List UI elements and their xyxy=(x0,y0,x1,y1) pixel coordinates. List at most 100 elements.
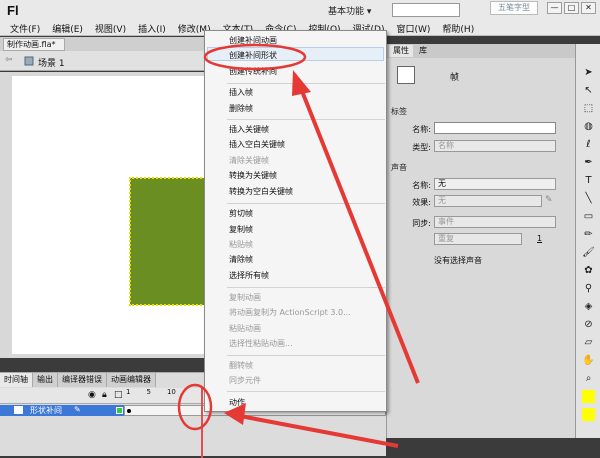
scene-label[interactable]: 场景 1 xyxy=(38,56,65,69)
app-logo: Fl xyxy=(7,3,19,18)
menu-item-actions[interactable]: 动作 xyxy=(229,397,245,408)
eraser-tool-icon[interactable]: ▱ xyxy=(582,336,595,349)
label-type-select[interactable]: 名称 xyxy=(434,140,556,152)
ruler-tick: 10 xyxy=(166,388,176,396)
3d-rotation-tool-icon[interactable]: ◍ xyxy=(582,120,595,133)
menu-insert[interactable]: 插入(I) xyxy=(132,22,172,35)
timeline-tabs: 时间轴 输出 编译器错误 动画编辑器 xyxy=(0,373,156,387)
frame-name-input[interactable] xyxy=(434,122,556,134)
type-label: 类型: xyxy=(412,143,431,152)
menu-separator xyxy=(227,355,385,356)
tab-library[interactable]: 库 xyxy=(415,45,431,57)
close-button[interactable]: ✕ xyxy=(581,2,596,14)
menu-item-cut-frames[interactable]: 剪切帧 xyxy=(229,208,253,219)
menu-item-clear-keyframe[interactable]: 清除关键帧 xyxy=(229,155,269,166)
menu-item-insert-blank-keyframe[interactable]: 插入空白关键帧 xyxy=(229,139,285,150)
sync-select[interactable]: 事件 xyxy=(434,216,556,228)
deco-tool-icon[interactable]: ✿ xyxy=(582,264,595,277)
lock-icon[interactable]: 🔒︎ xyxy=(102,390,107,400)
layer-name[interactable]: 形状补间 xyxy=(30,405,62,416)
lasso-tool-icon[interactable]: ℓ xyxy=(582,138,595,151)
menu-item-synchronize-symbols[interactable]: 同步元件 xyxy=(229,375,261,386)
menu-separator xyxy=(227,391,385,392)
menu-item-insert-keyframe[interactable]: 插入关键帧 xyxy=(229,124,269,135)
tab-output[interactable]: 输出 xyxy=(33,373,58,387)
menu-item-paste-motion-special[interactable]: 选择性粘贴动画... xyxy=(229,338,293,349)
document-tab[interactable]: 制作动画.fla* × xyxy=(3,38,65,60)
frame-ruler: 1 5 10 xyxy=(126,388,176,396)
workspace-switcher[interactable]: 基本功能 ▾ xyxy=(328,4,371,17)
line-tool-icon[interactable]: ╲ xyxy=(582,192,595,205)
frame-type-label: 帧 xyxy=(450,73,460,83)
repeat-select[interactable]: 重复 xyxy=(434,233,522,245)
tab-compiler-errors[interactable]: 编译器错误 xyxy=(58,373,107,387)
name-label: 名称: xyxy=(412,125,431,134)
menu-window[interactable]: 窗口(W) xyxy=(391,22,437,35)
effect-select[interactable]: 无 xyxy=(434,195,542,207)
sync-label: 同步: xyxy=(412,219,431,228)
outline-icon[interactable]: □ xyxy=(114,390,123,400)
maximize-button[interactable]: □ xyxy=(564,2,579,14)
menu-item-clear-frames[interactable]: 清除帧 xyxy=(229,254,253,265)
zoom-tool-icon[interactable]: ⌕ xyxy=(582,372,595,385)
minimize-button[interactable]: — xyxy=(547,2,562,14)
rectangle-tool-icon[interactable]: ▭ xyxy=(582,210,595,223)
playhead[interactable] xyxy=(201,388,203,458)
eye-icon[interactable]: ◉ xyxy=(88,390,96,400)
tab-timeline[interactable]: 时间轴 xyxy=(0,373,33,387)
bone-tool-icon[interactable]: ⚲ xyxy=(582,282,595,295)
tab-properties[interactable]: 属性 xyxy=(389,45,413,57)
menu-item-copy-frames[interactable]: 复制帧 xyxy=(229,224,253,235)
frame-icon xyxy=(397,66,415,84)
menu-item-copy-motion[interactable]: 复制动画 xyxy=(229,292,261,303)
menu-item-convert-to-keyframe[interactable]: 转换为关键帧 xyxy=(229,170,277,181)
menu-edit[interactable]: 编辑(E) xyxy=(46,22,89,35)
menu-separator xyxy=(227,203,385,204)
back-arrow-icon[interactable]: ⇦ xyxy=(5,55,13,65)
edit-pencil-icon[interactable]: ✎ xyxy=(545,195,553,205)
menu-item-insert-frame[interactable]: 插入帧 xyxy=(229,87,253,98)
menu-item-reverse-frames[interactable]: 翻转帧 xyxy=(229,360,253,371)
frame-context-menu: 创建补间动画 创建补间形状 创建传统补间 插入帧 删除帧 插入关键帧 插入空白关… xyxy=(204,30,387,412)
menu-item-copy-motion-as-actionscript[interactable]: 将动画复制为 ActionScript 3.0... xyxy=(229,307,351,318)
menu-view[interactable]: 视图(V) xyxy=(89,22,132,35)
no-sound-message: 没有选择声音 xyxy=(434,256,482,265)
tools-panel: ➤ ↖ ⬚ ◍ ℓ ✒ T ╲ ▭ ✏ 🖌︎ ✿ ⚲ ◈ ⊘ ▱ ✋ ⌕ xyxy=(575,44,600,438)
tab-motion-editor[interactable]: 动画编辑器 xyxy=(107,373,156,387)
sound-name-select[interactable]: 无 xyxy=(434,178,556,190)
menu-separator xyxy=(227,287,385,288)
brush-tool-icon[interactable]: 🖌︎ xyxy=(582,246,595,259)
free-transform-tool-icon[interactable]: ⬚ xyxy=(582,102,595,115)
menu-item-create-shape-tween[interactable]: 创建补间形状 xyxy=(229,50,277,61)
repeat-count[interactable]: 1 xyxy=(537,234,542,243)
paint-bucket-tool-icon[interactable]: ◈ xyxy=(582,300,595,313)
menu-item-select-all-frames[interactable]: 选择所有帧 xyxy=(229,270,269,281)
menu-item-create-classic-tween[interactable]: 创建传统补间 xyxy=(229,66,277,77)
subselection-tool-icon[interactable]: ↖ xyxy=(582,84,595,97)
properties-tabs: 属性 库 xyxy=(387,44,576,58)
green-rectangle-shape[interactable] xyxy=(129,177,209,306)
watermark: 五笔字型 xyxy=(490,1,538,15)
sound-section-header[interactable]: 声音 xyxy=(391,162,407,173)
menu-item-create-motion-tween[interactable]: 创建补间动画 xyxy=(229,35,277,46)
hand-tool-icon[interactable]: ✋ xyxy=(582,354,595,367)
scene-icon xyxy=(24,56,34,66)
selection-tool-icon[interactable]: ➤ xyxy=(582,66,595,79)
eyedropper-tool-icon[interactable]: ⊘ xyxy=(582,318,595,331)
pen-tool-icon[interactable]: ✒ xyxy=(582,156,595,169)
fill-color-swatch[interactable] xyxy=(582,408,595,421)
stroke-color-swatch[interactable] xyxy=(582,390,595,403)
menu-item-delete-frame[interactable]: 删除帧 xyxy=(229,103,253,114)
pencil-icon: ✎ xyxy=(74,405,81,414)
menu-item-convert-to-blank-keyframe[interactable]: 转换为空白关键帧 xyxy=(229,186,293,197)
layer-color-swatch[interactable] xyxy=(116,407,123,414)
menu-item-paste-motion[interactable]: 粘贴动画 xyxy=(229,323,261,334)
menu-item-paste-frames[interactable]: 粘贴帧 xyxy=(229,239,253,250)
pencil-tool-icon[interactable]: ✏ xyxy=(582,228,595,241)
menu-help[interactable]: 帮助(H) xyxy=(436,22,480,35)
window-controls: — □ ✕ xyxy=(547,2,596,14)
text-tool-icon[interactable]: T xyxy=(582,174,595,187)
label-section-header[interactable]: 标签 xyxy=(391,106,407,117)
menu-file[interactable]: 文件(F) xyxy=(4,22,46,35)
search-input[interactable] xyxy=(392,3,460,17)
